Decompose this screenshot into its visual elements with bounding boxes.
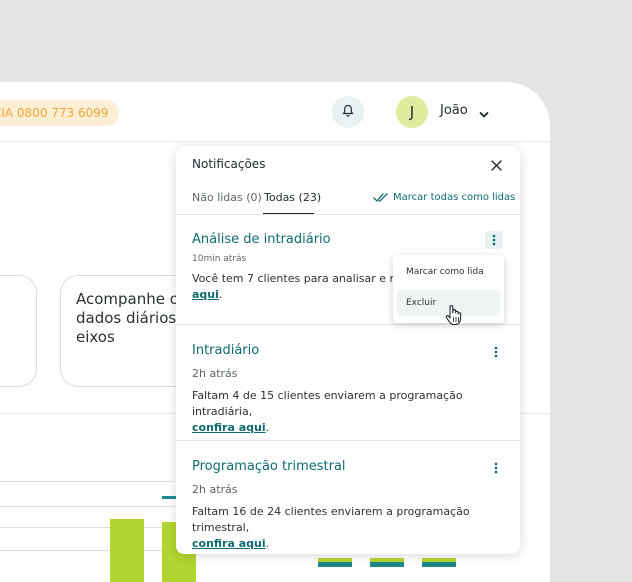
close-button[interactable]: [488, 157, 504, 173]
kebab-icon: [494, 462, 498, 474]
user-avatar[interactable]: J: [396, 96, 428, 128]
notification-time: 10min atrás: [192, 254, 247, 264]
chart-bar: [370, 558, 404, 582]
close-icon: [490, 156, 502, 175]
more-options-button[interactable]: [490, 460, 502, 476]
chart-gridline: [0, 481, 175, 482]
notifications-panel: Notificações Não lidas (0) Todas (23) Ma…: [176, 146, 520, 554]
info-card[interactable]: [0, 275, 37, 387]
tab-all[interactable]: Todas (23): [264, 191, 321, 204]
emergency-phone-badge[interactable]: NCIA 0800 773 6099: [0, 100, 119, 126]
mark-all-read-button[interactable]: Marcar todas como lidas: [373, 192, 515, 203]
double-check-icon: [373, 192, 388, 202]
panel-divider: [176, 440, 520, 441]
chart-bar: [110, 519, 144, 582]
tab-unread[interactable]: Não lidas (0): [192, 191, 262, 204]
notification-link[interactable]: confira aqui: [192, 537, 266, 550]
notification-title: Programação trimestral: [192, 459, 346, 474]
chart-bar: [318, 558, 352, 582]
kebab-icon: [492, 234, 496, 246]
notifications-button[interactable]: [332, 96, 364, 128]
chart-bar: [422, 558, 456, 582]
notification-title: Análise de intradiário: [192, 232, 331, 247]
notification-time: 2h atrás: [192, 367, 238, 380]
chart-gridline: [0, 506, 175, 507]
more-options-button[interactable]: [490, 344, 502, 360]
notification-link[interactable]: confira aqui: [192, 421, 266, 434]
menu-item-mark-read[interactable]: Marcar como lida: [397, 259, 500, 285]
bell-icon: [341, 103, 355, 122]
panel-divider: [176, 214, 520, 215]
panel-divider: [176, 324, 520, 325]
hand-pointer-cursor-icon: [444, 304, 464, 330]
notification-link[interactable]: aqui: [192, 288, 219, 301]
notification-body: Faltam 4 de 15 clientes enviarem a progr…: [192, 389, 463, 434]
notification-time: 2h atrás: [192, 483, 238, 496]
user-name[interactable]: João: [440, 103, 468, 118]
more-options-button[interactable]: [485, 231, 503, 249]
kebab-icon: [494, 346, 498, 358]
panel-title: Notificações: [192, 157, 266, 171]
top-bar: NCIA 0800 773 6099 J João: [0, 82, 550, 142]
mark-all-read-label: Marcar todas como lidas: [393, 192, 516, 203]
notification-body: Faltam 16 de 24 clientes enviarem a prog…: [192, 505, 470, 550]
notification-title: Intradiário: [192, 343, 260, 358]
chart-gridline: [0, 550, 175, 551]
chart-gridline: [0, 527, 175, 528]
chevron-down-icon[interactable]: [478, 106, 490, 125]
